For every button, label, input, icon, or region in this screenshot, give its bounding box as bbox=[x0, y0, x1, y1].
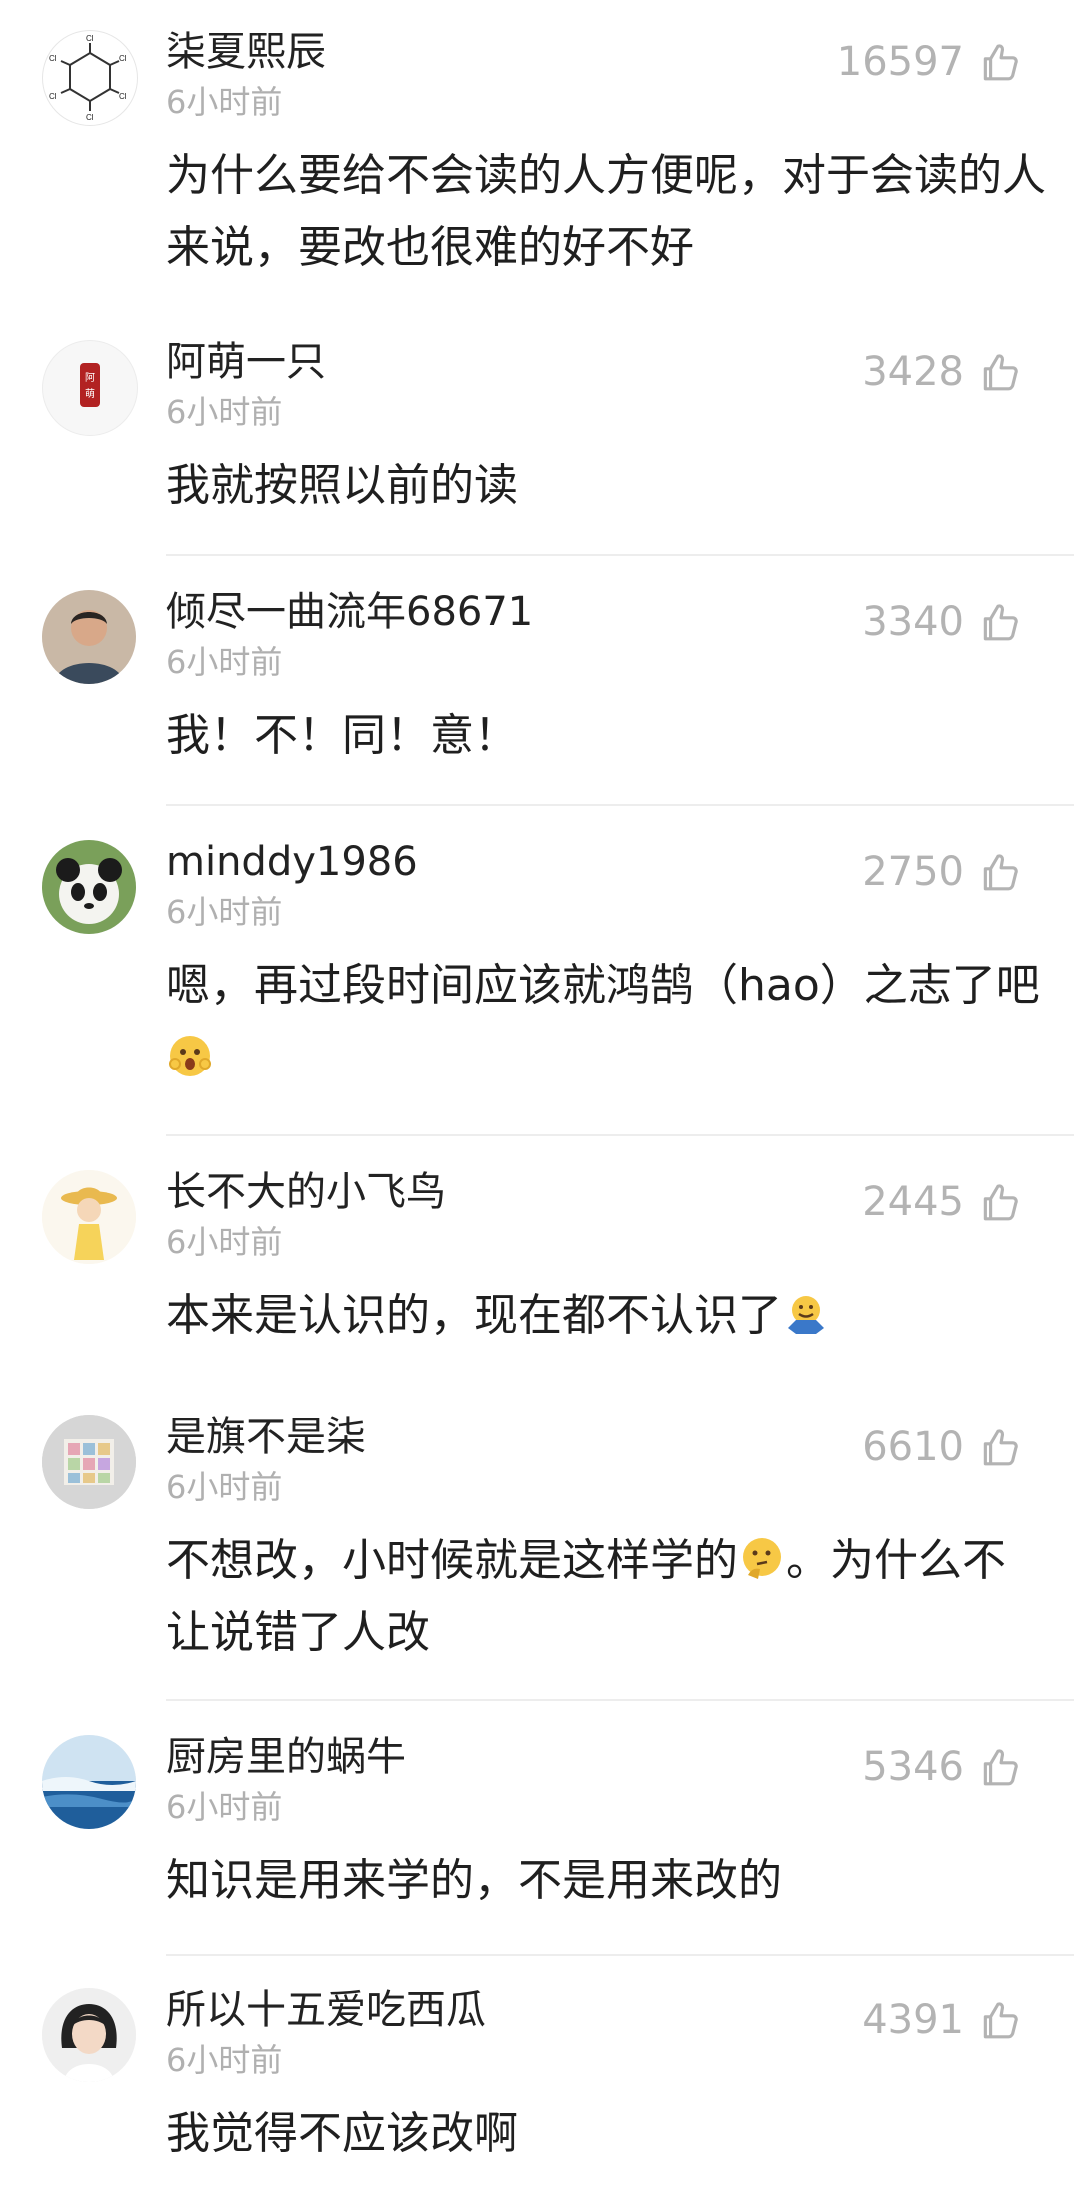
username[interactable]: 柒夏熙辰 bbox=[166, 28, 326, 76]
comment-text: 知识是用来学的，不是用来改的 bbox=[166, 1855, 782, 1906]
avatar[interactable]: Cl Cl Cl Cl Cl Cl bbox=[42, 30, 138, 126]
comment-text: 本来是认识的，现在都不认识了 bbox=[166, 1280, 1046, 1352]
panda-avatar bbox=[42, 840, 136, 934]
thumbs-up-icon bbox=[983, 2002, 1018, 2039]
username[interactable]: minddy1986 bbox=[166, 838, 418, 886]
comment-item: minddy1986 6小时前 2750 嗯，再过段时间应该就鸿鹄（hao）之志… bbox=[0, 810, 1074, 1140]
divider bbox=[166, 804, 1074, 806]
thinking-face-emoji-icon bbox=[743, 1538, 781, 1579]
like-count: 6610 bbox=[862, 1424, 964, 1470]
comment-item: 倾尽一曲流年68671 6小时前 3340 我！不！同！意！ bbox=[0, 560, 1074, 810]
shocked-face-emoji-icon bbox=[169, 1036, 211, 1076]
comment-item: 是旗不是柒 6小时前 6610 不想改，小时候就是这样学的 。为什么不让说错了人改 bbox=[0, 1385, 1074, 1705]
red-seal-avatar: 阿 萌 bbox=[80, 363, 100, 407]
timestamp: 6小时前 bbox=[166, 1788, 283, 1826]
thumbs-up-icon bbox=[983, 354, 1018, 391]
like-button[interactable]: 2750 bbox=[862, 848, 1020, 896]
comment-item: 长不大的小飞鸟 6小时前 2445 本来是认识的，现在都不认识了 bbox=[0, 1140, 1074, 1385]
shrug-emoji-icon bbox=[788, 1296, 824, 1334]
divider bbox=[166, 554, 1074, 556]
like-button[interactable]: 5346 bbox=[862, 1743, 1020, 1791]
comment-text: 为什么要给不会读的人方便呢，对于会读的人来说，要改也很难的好不好 bbox=[166, 150, 1046, 273]
thumbs-up-icon bbox=[983, 44, 1018, 81]
like-count: 5346 bbox=[862, 1744, 964, 1790]
ocean-painting-avatar bbox=[42, 1735, 136, 1829]
photo-grid-avatar bbox=[42, 1415, 136, 1509]
thumbs-up-icon bbox=[983, 1749, 1018, 1786]
timestamp: 6小时前 bbox=[166, 393, 283, 431]
avatar[interactable] bbox=[42, 840, 136, 934]
avatar[interactable]: 阿 萌 bbox=[42, 340, 138, 436]
svg-text:Cl: Cl bbox=[119, 54, 127, 63]
divider bbox=[166, 1954, 1074, 1956]
svg-text:Cl: Cl bbox=[49, 92, 57, 101]
avatar[interactable] bbox=[42, 590, 136, 684]
comment-item: 阿 萌 阿萌一只 6小时前 3428 我就按照以前的读 bbox=[0, 310, 1074, 560]
timestamp: 6小时前 bbox=[166, 2041, 283, 2079]
like-button[interactable]: 3340 bbox=[862, 598, 1020, 646]
svg-text:Cl: Cl bbox=[86, 113, 94, 122]
svg-text:Cl: Cl bbox=[49, 54, 57, 63]
comment-text: 我觉得不应该改啊 bbox=[166, 2108, 518, 2159]
thumbs-up-icon bbox=[983, 604, 1018, 641]
comment-text: 我！不！同！意！ bbox=[166, 710, 518, 761]
username[interactable]: 倾尽一曲流年68671 bbox=[166, 588, 533, 636]
like-button[interactable]: 16597 bbox=[837, 38, 1020, 86]
timestamp: 6小时前 bbox=[166, 643, 283, 681]
straw-hat-girl-avatar bbox=[42, 1170, 136, 1264]
avatar[interactable] bbox=[42, 1170, 136, 1264]
comment-text: 我就按照以前的读 bbox=[166, 460, 518, 511]
like-count: 2750 bbox=[862, 849, 964, 895]
like-count: 16597 bbox=[836, 39, 964, 85]
timestamp: 6小时前 bbox=[166, 1223, 283, 1261]
username[interactable]: 所以十五爱吃西瓜 bbox=[166, 1986, 486, 2034]
like-count: 3428 bbox=[862, 349, 964, 395]
comment-item: 厨房里的蜗牛 6小时前 5346 知识是用来学的，不是用来改的 bbox=[0, 1705, 1074, 1955]
timestamp: 6小时前 bbox=[166, 893, 283, 931]
like-count: 3340 bbox=[862, 599, 964, 645]
username[interactable]: 厨房里的蜗牛 bbox=[166, 1733, 406, 1781]
chemical-structure-avatar: Cl Cl Cl Cl Cl Cl bbox=[49, 34, 127, 122]
avatar[interactable] bbox=[42, 1735, 136, 1829]
like-button[interactable]: 6610 bbox=[862, 1423, 1020, 1471]
svg-text:萌: 萌 bbox=[85, 387, 95, 400]
avatar[interactable] bbox=[42, 1415, 136, 1509]
comment-item: Cl Cl Cl Cl Cl Cl 柒夏熙辰 6小时前 16597 为什么要给不会读的人… bbox=[0, 0, 1074, 310]
like-button[interactable]: 2445 bbox=[862, 1178, 1020, 1226]
timestamp: 6小时前 bbox=[166, 83, 283, 121]
username[interactable]: 阿萌一只 bbox=[166, 338, 326, 386]
divider bbox=[166, 1134, 1074, 1136]
like-count: 4391 bbox=[862, 1997, 964, 2043]
username[interactable]: 是旗不是柒 bbox=[166, 1413, 366, 1461]
comment-text: 不想改，小时候就是这样学的 。为什么不让说错了人改 bbox=[166, 1525, 1046, 1669]
comment-text-body: 嗯，再过段时间应该就鸿鹄（hao）之志了吧 bbox=[166, 960, 1040, 1011]
svg-text:Cl: Cl bbox=[119, 92, 127, 101]
divider bbox=[166, 1699, 1074, 1701]
thumbs-up-icon bbox=[983, 854, 1018, 891]
comment-item: 所以十五爱吃西瓜 6小时前 4391 我觉得不应该改啊 bbox=[0, 1958, 1074, 2200]
like-button[interactable]: 3428 bbox=[862, 348, 1020, 396]
comment-list: Cl Cl Cl Cl Cl Cl 柒夏熙辰 6小时前 16597 为什么要给不会读的人… bbox=[0, 0, 1074, 2200]
svg-text:Cl: Cl bbox=[86, 34, 94, 43]
svg-text:阿: 阿 bbox=[85, 372, 95, 384]
comment-text: 嗯，再过段时间应该就鸿鹄（hao）之志了吧 bbox=[166, 950, 1046, 1094]
thumbs-up-icon bbox=[983, 1184, 1018, 1221]
username[interactable]: 长不大的小飞鸟 bbox=[166, 1168, 446, 1216]
like-button[interactable]: 4391 bbox=[862, 1996, 1020, 2044]
comment-text-body: 本来是认识的，现在都不认识了 bbox=[166, 1290, 782, 1341]
avatar[interactable] bbox=[42, 1988, 136, 2082]
comment-text-body: 不想改，小时候就是这样学的 bbox=[166, 1535, 738, 1586]
girl-portrait-avatar bbox=[42, 1988, 136, 2082]
like-count: 2445 bbox=[862, 1179, 964, 1225]
timestamp: 6小时前 bbox=[166, 1468, 283, 1506]
man-portrait-avatar bbox=[42, 590, 136, 684]
thumbs-up-icon bbox=[983, 1429, 1018, 1466]
